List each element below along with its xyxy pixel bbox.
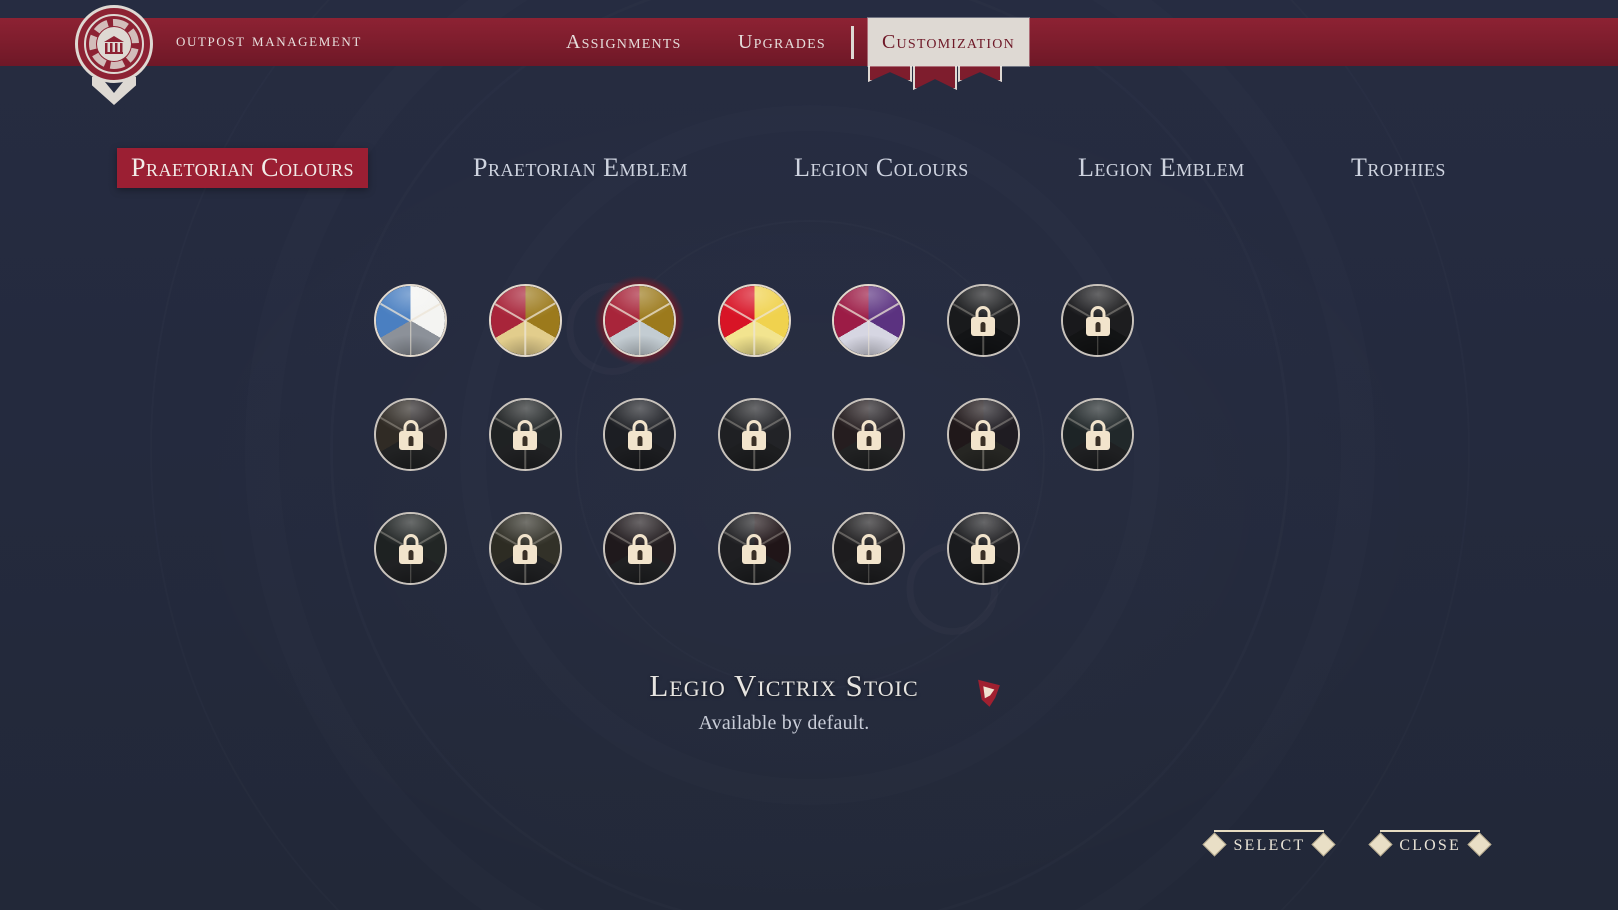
- subtab-praetorian-colours[interactable]: Praetorian Colours: [117, 148, 368, 188]
- swatch-colours: [834, 286, 903, 355]
- swatch-locked[interactable]: [374, 512, 447, 585]
- swatch-colours: [834, 514, 903, 583]
- selection-subtitle: Available by default.: [698, 712, 870, 734]
- subtab-praetorian-emblem[interactable]: Praetorian Emblem: [459, 148, 702, 188]
- swatch-disc: [488, 512, 562, 585]
- swatch-colours: [376, 400, 445, 469]
- action-bar: Select Close: [1202, 830, 1492, 858]
- close-button-label: Close: [1399, 837, 1461, 854]
- swatch-colours: [376, 286, 445, 355]
- swatch-locked[interactable]: [946, 398, 1020, 471]
- swatch-disc: [717, 284, 791, 357]
- swatch-colours: [605, 400, 674, 469]
- swatch-locked[interactable]: [832, 398, 905, 471]
- swatch-locked[interactable]: [946, 512, 1020, 585]
- nav-divider: [1021, 26, 1024, 59]
- swatch-disc: [717, 512, 791, 585]
- swatch-locked[interactable]: [603, 398, 676, 471]
- swatch-disc: [374, 398, 447, 471]
- swatch-row: [374, 275, 1174, 398]
- swatch-locked[interactable]: [717, 512, 791, 585]
- nav-divider: [851, 26, 854, 59]
- swatch-locked[interactable]: [717, 398, 791, 471]
- colour-swatch-grid: [374, 275, 1174, 626]
- swatch[interactable]: [488, 284, 562, 357]
- swatch-colours: [605, 286, 674, 355]
- subtab-trophies[interactable]: Trophies: [1337, 148, 1460, 188]
- swatch-colours: [948, 514, 1018, 583]
- swatch-colours: [719, 286, 789, 355]
- tab-label: Customization: [882, 30, 1015, 53]
- swatch-row: [374, 512, 1174, 626]
- swatch-colours: [719, 400, 789, 469]
- subtab-legion-colours[interactable]: Legion Colours: [780, 148, 983, 188]
- diamond-icon: [1368, 831, 1393, 857]
- swatch-disc: [832, 512, 905, 585]
- tab-label: Upgrades: [738, 30, 826, 53]
- swatch-locked[interactable]: [374, 398, 447, 471]
- swatch-colours: [376, 514, 445, 583]
- swatch-row: [374, 398, 1174, 512]
- swatch-disc: [832, 284, 905, 357]
- swatch-colours: [490, 400, 560, 469]
- swatch-colours: [1063, 286, 1132, 355]
- tab-assignments[interactable]: Assignments: [552, 18, 696, 66]
- swatch-disc: [832, 398, 905, 471]
- tab-label: Assignments: [566, 30, 682, 53]
- diamond-icon: [1467, 831, 1492, 857]
- swatch-locked[interactable]: [488, 398, 562, 471]
- selection-info: Legio Victrix Stoic Available by default…: [0, 668, 1568, 735]
- swatch-locked[interactable]: [1061, 284, 1134, 357]
- tab-customization[interactable]: Customization: [868, 18, 1029, 66]
- swatch-disc: [717, 398, 791, 471]
- swatch-disc: [603, 398, 676, 471]
- customization-subnav: Praetorian Colours Praetorian Emblem Leg…: [0, 148, 1618, 188]
- subtab-label: Praetorian Colours: [131, 153, 354, 182]
- swatch[interactable]: [374, 284, 447, 357]
- swatch-disc: [374, 512, 447, 585]
- roman-temple-medallion-icon: [75, 5, 153, 105]
- swatch-selected[interactable]: [594, 275, 685, 366]
- close-button[interactable]: Close: [1368, 830, 1492, 858]
- swatch-colours: [719, 514, 789, 583]
- swatch-colours: [490, 286, 560, 355]
- swatch-disc: [488, 398, 562, 471]
- pointer-cursor-icon: [976, 678, 1002, 708]
- swatch-colours: [490, 514, 560, 583]
- diamond-icon: [1311, 831, 1336, 857]
- swatch-disc: [603, 284, 676, 357]
- swatch-colours: [948, 286, 1018, 355]
- subtab-label: Trophies: [1351, 153, 1446, 182]
- swatch[interactable]: [832, 284, 905, 357]
- subtab-label: Praetorian Emblem: [473, 153, 689, 182]
- swatch-colours: [834, 400, 903, 469]
- select-button[interactable]: Select: [1202, 830, 1336, 858]
- swatch-disc: [374, 284, 447, 357]
- select-button-label: Select: [1233, 837, 1306, 854]
- subtab-legion-emblem[interactable]: Legion Emblem: [1064, 148, 1259, 188]
- swatch-locked[interactable]: [832, 512, 905, 585]
- swatch-disc: [946, 284, 1020, 357]
- subtab-label: Legion Colours: [794, 153, 969, 182]
- swatch-colours: [1063, 400, 1132, 469]
- swatch-colours: [605, 514, 674, 583]
- diamond-icon: [1202, 831, 1227, 857]
- swatch-disc: [946, 398, 1020, 471]
- tab-upgrades[interactable]: Upgrades: [724, 18, 840, 66]
- swatch-disc: [1061, 284, 1134, 357]
- swatch-locked[interactable]: [1061, 398, 1134, 471]
- selection-title: Legio Victrix Stoic: [649, 668, 919, 703]
- subtab-label: Legion Emblem: [1078, 153, 1245, 182]
- swatch[interactable]: [717, 284, 791, 357]
- swatch-locked[interactable]: [946, 284, 1020, 357]
- customization-screen: ○ ○ Outpost Management Assignments Upgra…: [0, 0, 1618, 910]
- swatch-disc: [603, 512, 676, 585]
- swatch-locked[interactable]: [603, 512, 676, 585]
- page-title: Outpost Management: [176, 30, 362, 51]
- swatch-colours: [948, 400, 1018, 469]
- swatch-disc: [1061, 398, 1134, 471]
- swatch-locked[interactable]: [488, 512, 562, 585]
- swatch-disc: [946, 512, 1020, 585]
- swatch-disc: [488, 284, 562, 357]
